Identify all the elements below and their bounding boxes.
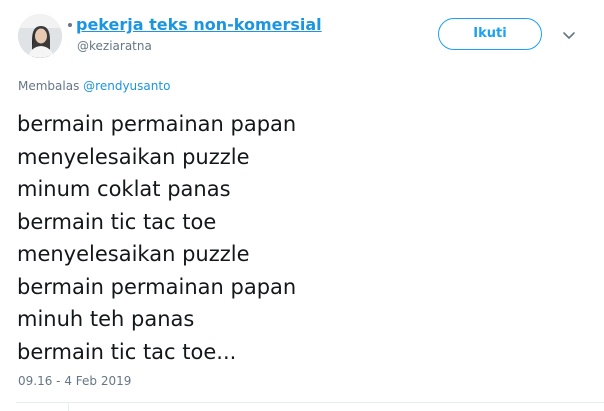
reply-prefix: Membalas [18, 79, 80, 93]
tweet-line: menyelesaikan puzzle [17, 144, 250, 169]
tweet-line: bermain permainan papan [17, 112, 297, 136]
tweet-text: bermain permainan papan menyelesaikan pu… [17, 108, 296, 368]
follow-button[interactable]: Ikuti [438, 18, 542, 50]
avatar[interactable] [18, 14, 62, 58]
tweet-line: minum coklat panas [17, 177, 231, 201]
tweet-line: menyelesaikan puzzle [17, 242, 250, 266]
reply-context: Membalas @rendyusanto [18, 79, 170, 93]
tweet-line: bermain tic tac toe... [17, 339, 237, 364]
chevron-down-icon[interactable] [561, 27, 577, 43]
avatar-photo-icon [18, 14, 62, 58]
author-display-name[interactable]: pekerja teks non-komersial [76, 15, 322, 34]
tweet-timestamp[interactable]: 09.16 - 4 Feb 2019 [18, 374, 131, 388]
tweet-line: bermain permainan papan [17, 274, 297, 299]
divider-tick [68, 402, 69, 411]
divider [16, 402, 604, 403]
tweet-line: bermain tic tac toe [17, 209, 217, 234]
separator-dot [68, 23, 72, 27]
tweet-line: minuh teh panas [17, 307, 195, 331]
tweet-card: pekerja teks non-komersial @keziaratna I… [0, 0, 604, 411]
author-handle[interactable]: @keziaratna [77, 39, 152, 53]
reply-mention-link[interactable]: @rendyusanto [83, 79, 170, 93]
